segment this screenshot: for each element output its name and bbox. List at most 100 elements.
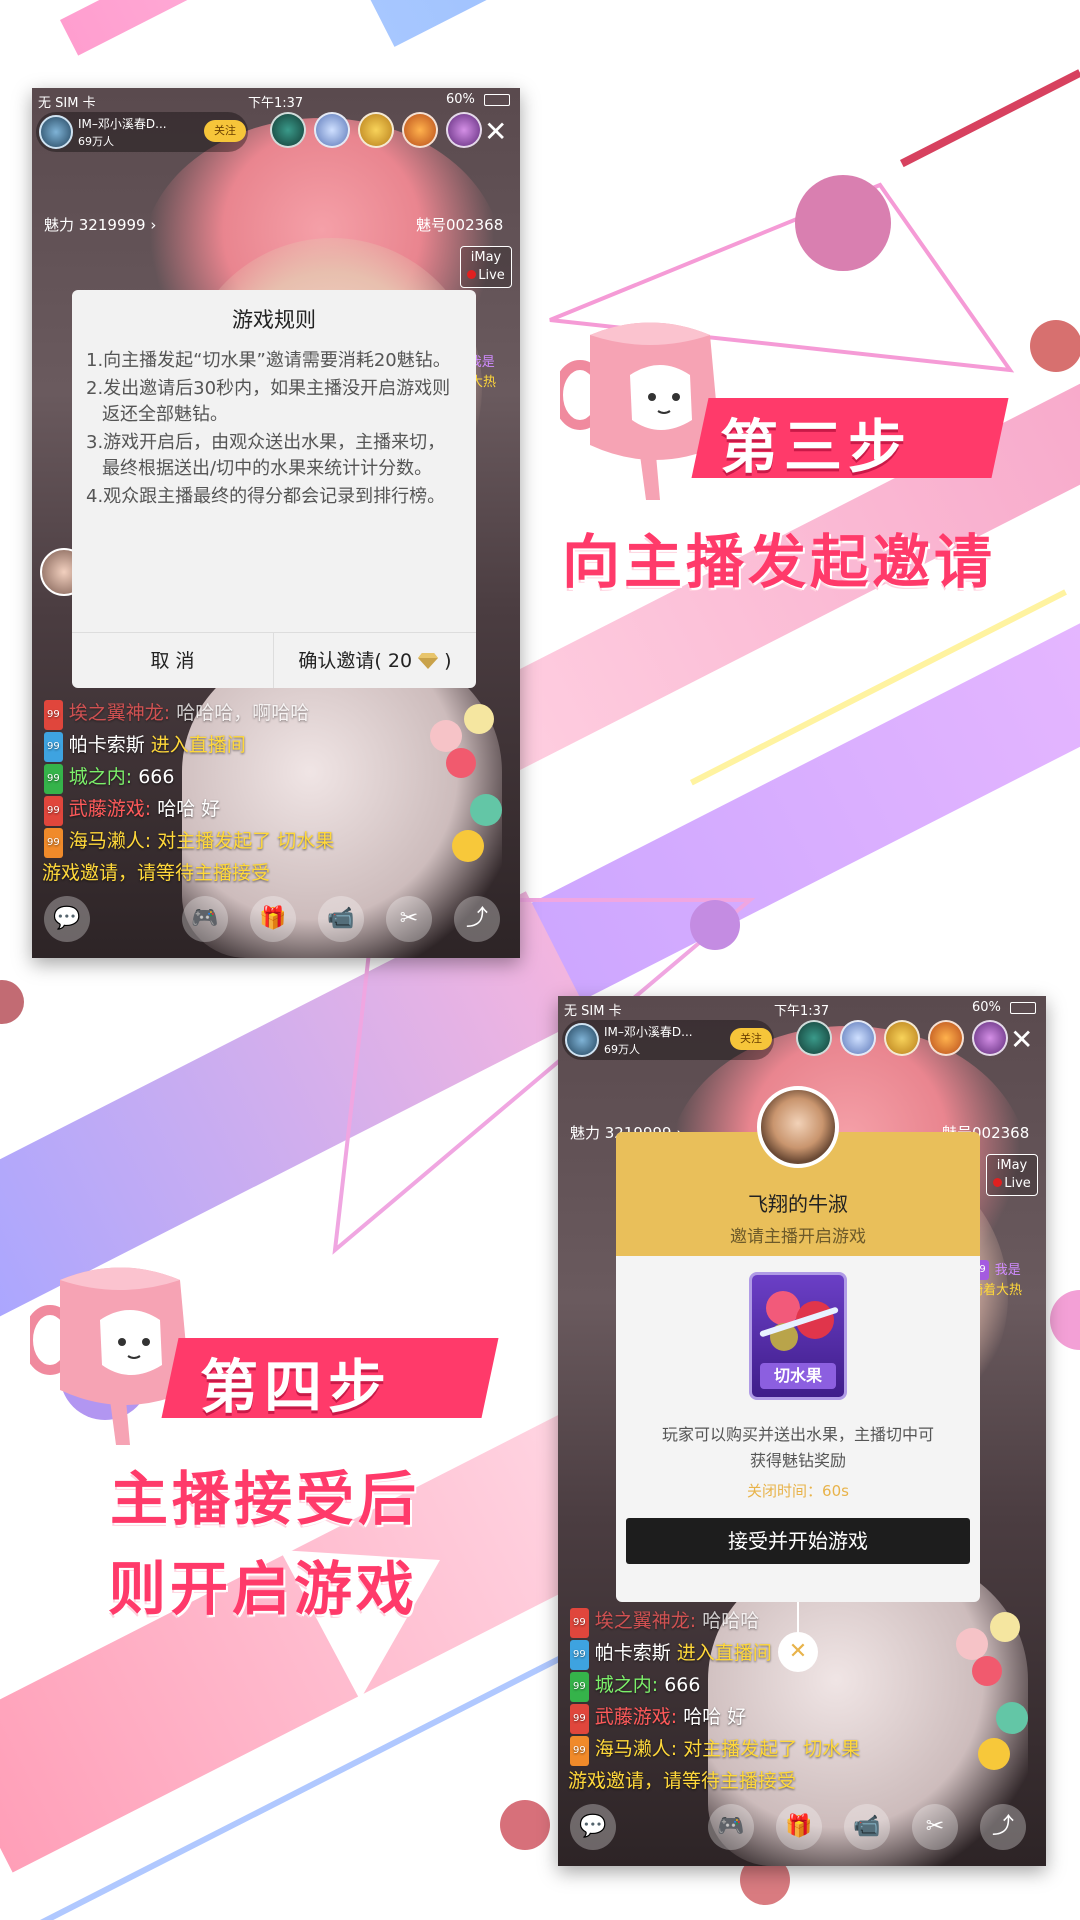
phone-screenshot-step4: 无 SIM 卡 下午1:37 60% IM–邓小溪春D... 69万人 关注 ✕… <box>558 996 1046 1866</box>
imay-text: iMay <box>996 1158 1028 1173</box>
chat-user[interactable]: 帕卡索斯 <box>69 734 145 756</box>
imay-text: iMay <box>470 250 502 265</box>
chat-user[interactable]: 武藤游戏: <box>595 1706 677 1728</box>
chat-icon[interactable]: 💬 <box>44 896 90 942</box>
chat-text: 游戏邀请，请等待主播接受 <box>568 1770 797 1792</box>
close-icon[interactable]: ✕ <box>1010 1026 1033 1054</box>
chat-text: 对主播发起了 切水果 <box>157 830 335 852</box>
level-badge: 99 <box>44 764 63 794</box>
fruit-sticker-icon <box>972 1656 1002 1686</box>
dialog-buttons: 取 消 确认邀请( 20 ) <box>72 632 476 688</box>
level-badge: 99 <box>570 1704 589 1734</box>
share-icon[interactable]: ⤴ <box>980 1804 1026 1850</box>
chat-user[interactable]: 海马濑人: <box>69 830 151 852</box>
fruit-sticker-icon <box>996 1702 1028 1734</box>
host-fans: 69万人 <box>604 1043 640 1056</box>
viewer-avatar[interactable] <box>972 1020 1008 1056</box>
host-name: IM–邓小溪春D... <box>78 117 167 131</box>
gift-icon[interactable]: 🎁 <box>250 896 296 942</box>
share-icon[interactable]: ⤴ <box>454 896 500 942</box>
gamepad-icon[interactable]: 🎮 <box>708 1804 754 1850</box>
viewer-avatar[interactable] <box>840 1020 876 1056</box>
top-bar: IM–邓小溪春D... 69万人 关注 ✕ <box>562 1020 1046 1060</box>
viewer-avatar[interactable] <box>446 112 482 148</box>
chat-message: 99 武藤游戏: 哈哈 好 <box>570 1702 860 1734</box>
imay-live-badge: iMay Live <box>460 246 512 288</box>
host-info[interactable]: IM–邓小溪春D... 69万人 关注 <box>36 112 248 152</box>
rules-list: 1.向主播发起“切水果”邀请需要消耗20魅钻。 2.发出邀请后30秒内，如果主播… <box>72 334 476 510</box>
chat-text: 666 <box>138 766 175 788</box>
chat-message: 99 埃之翼神龙: 哈哈哈，啊哈哈 <box>44 698 334 730</box>
rule-item: 1.向主播发起“切水果”邀请需要消耗20魅钻。 <box>86 350 451 371</box>
host-info[interactable]: IM–邓小溪春D... 69万人 关注 <box>562 1020 774 1060</box>
side-msg-name: 我是 <box>994 1263 1021 1278</box>
charm-value[interactable]: 魅力 3219999 › <box>44 214 156 235</box>
gamepad-icon[interactable]: 🎮 <box>182 896 228 942</box>
chat-user[interactable]: 城之内: <box>69 766 132 788</box>
level-badge: 99 <box>570 1608 589 1638</box>
camera-icon[interactable]: 📹 <box>844 1804 890 1850</box>
chat-list: 99 埃之翼神龙: 哈哈哈，啊哈哈 99 帕卡索斯 进入直播间 99 城之内: 666… <box>42 698 335 888</box>
battery-text: 60% <box>446 92 475 107</box>
host-avatar[interactable] <box>565 1023 599 1057</box>
scissors-icon[interactable]: ✂ <box>912 1804 958 1850</box>
carrier-text: 无 SIM 卡 <box>38 96 96 111</box>
chat-message: 99 帕卡索斯 进入直播间 <box>570 1638 860 1670</box>
chat-text: 哈哈哈，啊哈哈 <box>176 702 310 724</box>
follow-button[interactable]: 关注 <box>730 1028 772 1050</box>
fruit-sticker-icon <box>446 748 476 778</box>
fruit-sticker-icon <box>430 720 462 752</box>
dialog-title: 游戏规则 <box>232 308 316 332</box>
mascot-cup-icon <box>30 1267 190 1445</box>
invite-subtitle: 邀请主播开启游戏 <box>730 1227 866 1247</box>
chat-user[interactable]: 帕卡索斯 <box>595 1642 671 1664</box>
viewer-avatar[interactable] <box>796 1020 832 1056</box>
close-icon[interactable]: ✕ <box>484 118 507 146</box>
host-avatar[interactable] <box>39 115 73 149</box>
viewer-avatar[interactable] <box>402 112 438 148</box>
step3-subtitle: 向主播发起邀请 <box>562 528 997 596</box>
chat-message: 99 城之内: 666 <box>570 1670 860 1702</box>
room-number: 魅号002368 <box>416 216 504 234</box>
inviter-avatar[interactable] <box>757 1086 839 1168</box>
step4-title: 第四步 <box>200 1353 393 1421</box>
fruit-sticker-icon <box>470 794 502 826</box>
game-name-label: 切水果 <box>760 1363 836 1389</box>
carrier-text: 无 SIM 卡 <box>564 1004 622 1019</box>
chat-text: 进入直播间 <box>150 734 246 756</box>
status-bar: 无 SIM 卡 下午1:37 60% <box>558 996 1046 1020</box>
chat-user[interactable]: 埃之翼神龙: <box>69 702 170 724</box>
close-time: 关闭时间：60s <box>747 1482 849 1500</box>
fruit-game-icon[interactable]: 切水果 <box>749 1272 847 1400</box>
chat-icon[interactable]: 💬 <box>570 1804 616 1850</box>
bg-stripe-dark-pink <box>900 69 1080 168</box>
chat-text: 游戏邀请，请等待主播接受 <box>42 862 271 884</box>
viewer-avatar[interactable] <box>928 1020 964 1056</box>
bottom-toolbar: 💬 🎮 🎁 📹 ✂ ⤴ <box>558 1804 1046 1856</box>
chat-text: 哈哈 好 <box>683 1706 747 1728</box>
viewer-avatar[interactable] <box>314 112 350 148</box>
live-dot-icon <box>993 1178 1003 1187</box>
cancel-button[interactable]: 取 消 <box>72 633 274 688</box>
chat-message: 99 武藤游戏: 哈哈 好 <box>44 794 334 826</box>
chat-user[interactable]: 埃之翼神龙: <box>595 1610 696 1632</box>
battery-icon <box>484 94 510 106</box>
scissors-icon[interactable]: ✂ <box>386 896 432 942</box>
gift-icon[interactable]: 🎁 <box>776 1804 822 1850</box>
confirm-invite-button[interactable]: 确认邀请( 20 ) <box>274 633 476 688</box>
step3-title: 第三步 <box>720 413 913 481</box>
confirm-label: 确认邀请( 20 <box>298 650 413 672</box>
viewer-avatar[interactable] <box>358 112 394 148</box>
clock-text: 下午1:37 <box>774 1004 830 1019</box>
viewer-avatar[interactable] <box>270 112 306 148</box>
accept-start-game-button[interactable]: 接受并开始游戏 <box>626 1518 970 1564</box>
chat-text: 进入直播间 <box>676 1642 772 1664</box>
level-badge: 99 <box>570 1640 589 1670</box>
chat-user[interactable]: 武藤游戏: <box>69 798 151 820</box>
chat-user[interactable]: 城之内: <box>595 1674 658 1696</box>
camera-icon[interactable]: 📹 <box>318 896 364 942</box>
follow-button[interactable]: 关注 <box>204 120 246 142</box>
level-badge: 99 <box>570 1672 589 1702</box>
chat-user[interactable]: 海马濑人: <box>595 1738 677 1760</box>
viewer-avatar[interactable] <box>884 1020 920 1056</box>
